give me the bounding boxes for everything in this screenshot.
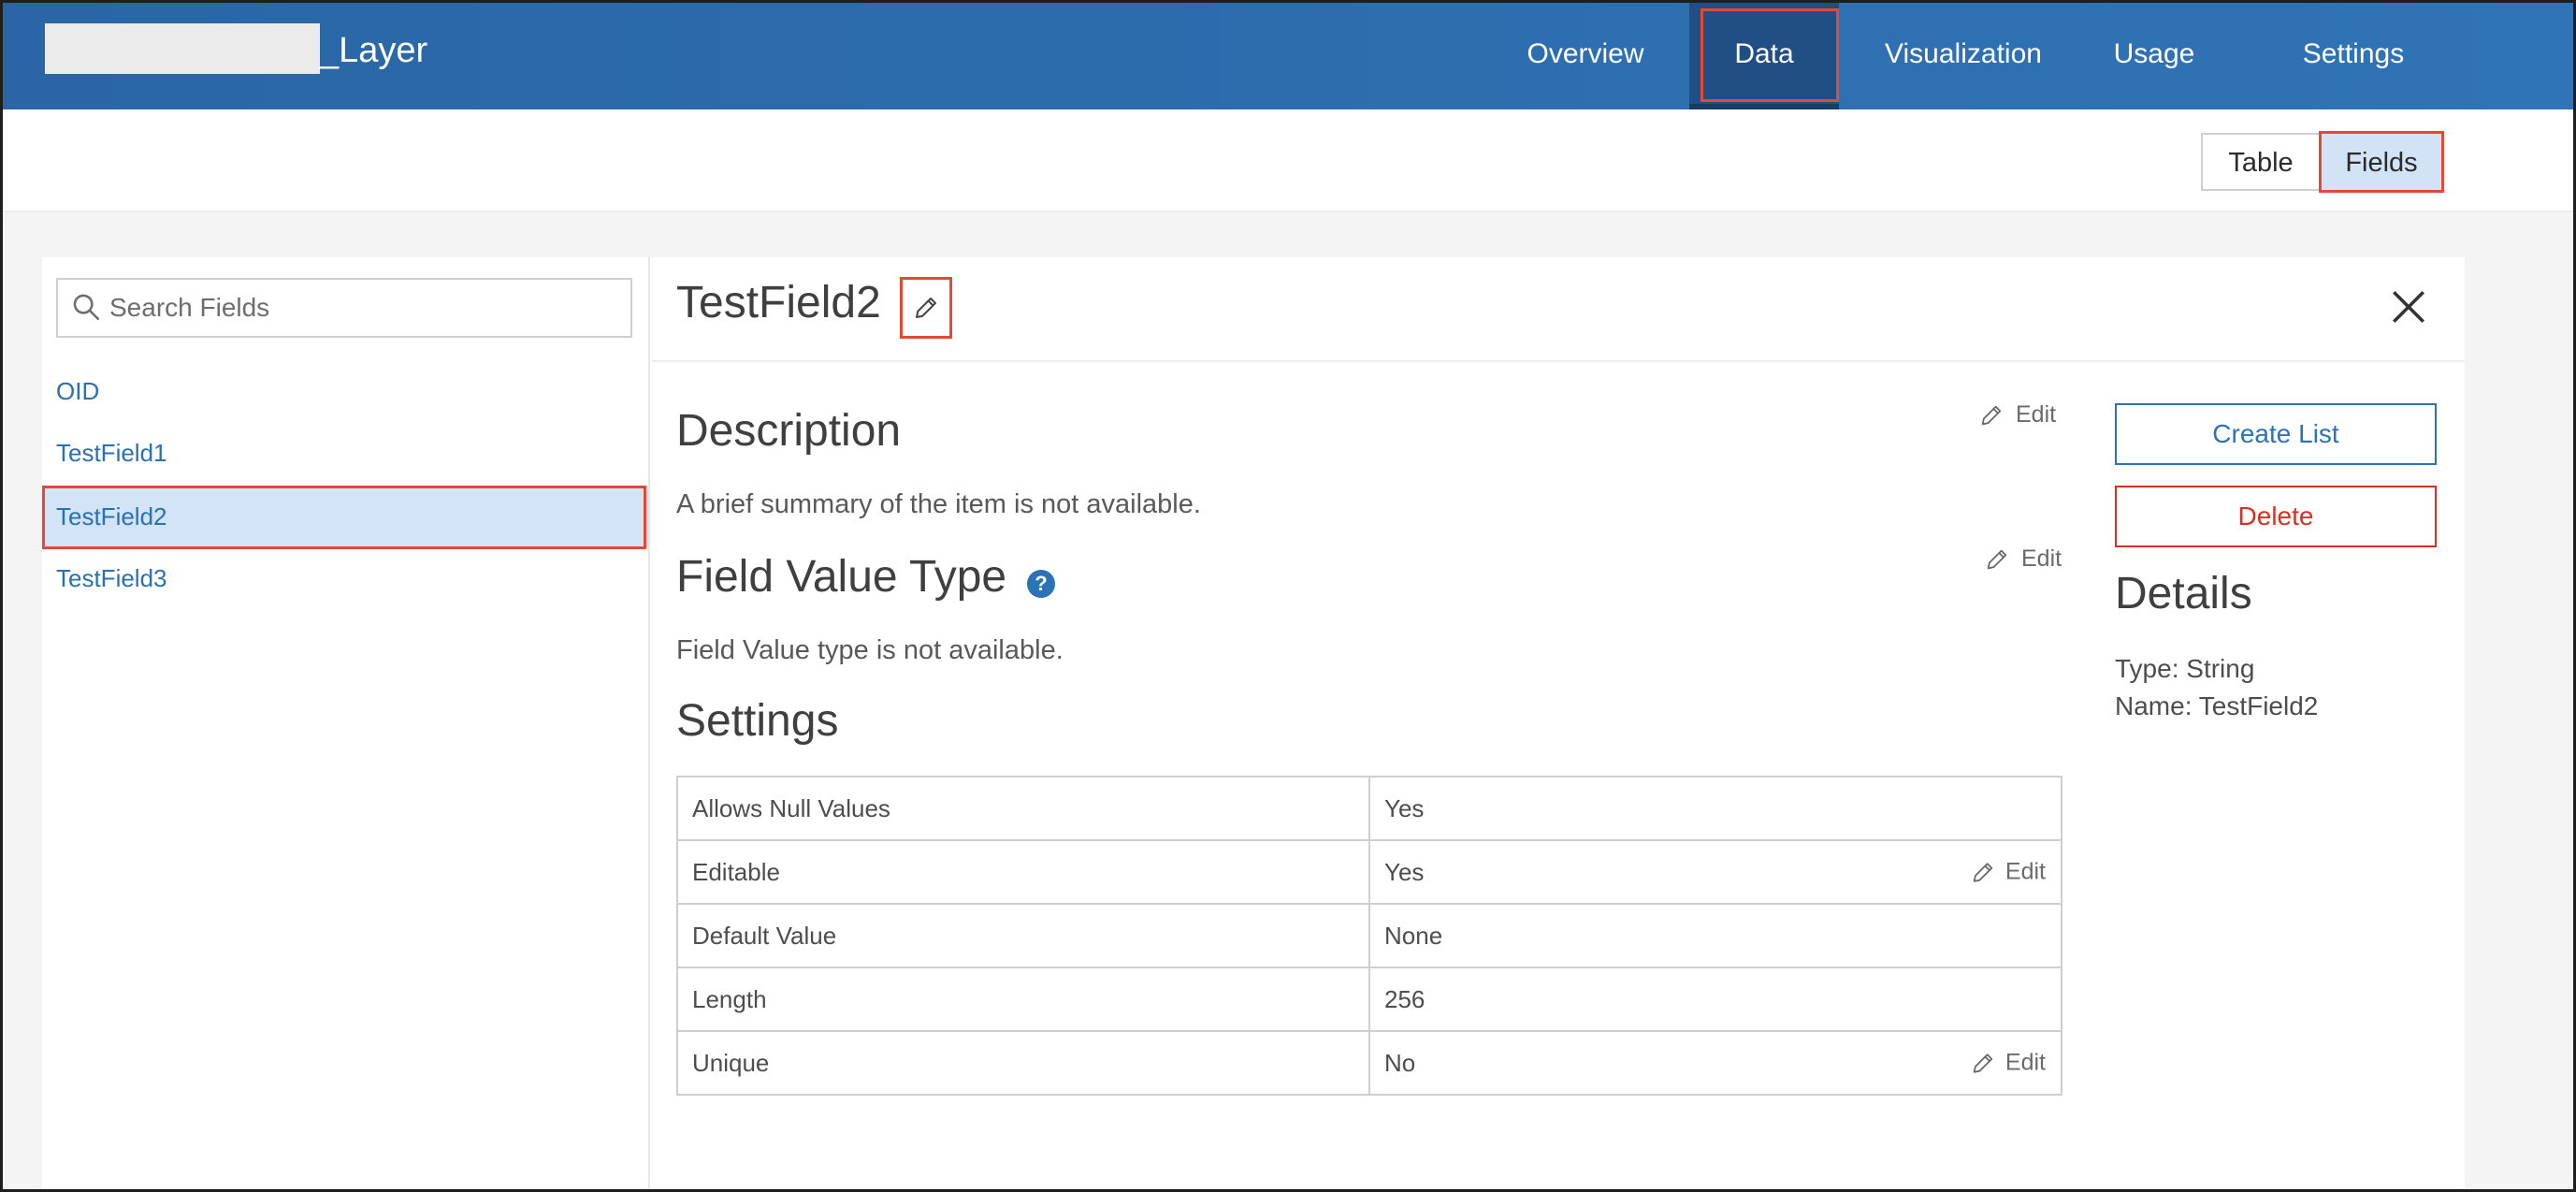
tab-settings[interactable]: Settings <box>2246 3 2461 109</box>
tab-overview[interactable]: Overview <box>1492 3 1679 109</box>
field-title: TestField2 <box>676 278 881 327</box>
table-view-button[interactable]: Table <box>2201 133 2321 191</box>
edit-label: Edit <box>2004 858 2046 885</box>
value-type-text: Field Value type is not available. <box>676 635 1064 665</box>
setting-value: None <box>1368 903 2062 968</box>
field-value-type-heading: Field Value Type <box>676 552 1007 602</box>
table-row: Length 256 <box>676 967 2062 1032</box>
description-heading: Description <box>676 406 902 456</box>
setting-value: 256 <box>1368 967 2062 1032</box>
table-row: Editable Yes Edit <box>676 839 2062 905</box>
details-heading: Details <box>2115 569 2252 618</box>
table-row: Unique No Edit <box>676 1030 2062 1096</box>
setting-label: Default Value <box>676 903 1370 968</box>
setting-value-text: 256 <box>1384 984 1425 1013</box>
settings-table: Allows Null Values Yes Editable Yes Edit… <box>676 776 2062 1096</box>
rename-field-button[interactable] <box>902 280 950 336</box>
tab-data[interactable]: Data <box>1689 3 1839 109</box>
table-row: Default Value None <box>676 903 2062 968</box>
tab-visualization[interactable]: Visualization <box>1860 3 2067 109</box>
description-edit-link[interactable]: Edit <box>1978 401 2056 429</box>
setting-label: Editable <box>676 839 1370 905</box>
table-row: Allows Null Values Yes <box>676 776 2062 841</box>
unique-edit-link[interactable]: Edit <box>1970 1050 2046 1077</box>
pencil-icon <box>916 298 936 318</box>
setting-value: Yes Edit <box>1368 839 2062 905</box>
pencil-icon <box>1987 549 2007 569</box>
field-item-oid[interactable]: OID <box>42 360 648 422</box>
search-input[interactable] <box>109 283 615 332</box>
editable-edit-link[interactable]: Edit <box>1970 859 2046 886</box>
field-item-testfield3[interactable]: TestField3 <box>42 547 648 609</box>
pencil-icon <box>1973 862 1993 882</box>
setting-value-text: Yes <box>1384 857 1425 886</box>
edit-label: Edit <box>2021 545 2062 572</box>
layer-title: _Layer <box>319 31 428 70</box>
setting-value-text: No <box>1384 1048 1416 1077</box>
details-name: Name: TestField2 <box>2115 691 2319 720</box>
setting-label: Length <box>676 967 1370 1032</box>
field-item-testfield1[interactable]: TestField1 <box>42 422 648 484</box>
setting-value: Yes <box>1368 776 2062 841</box>
edit-label: Edit <box>2004 1049 2046 1076</box>
setting-label: Allows Null Values <box>676 776 1370 841</box>
search-icon <box>73 294 100 321</box>
setting-label: Unique <box>676 1030 1370 1096</box>
pencil-icon <box>1973 1053 1993 1073</box>
view-toggle-bar <box>3 109 2573 212</box>
setting-value: No Edit <box>1368 1030 2062 1096</box>
help-icon[interactable]: ? <box>1027 570 1055 598</box>
value-type-edit-link[interactable]: Edit <box>1984 545 2062 573</box>
details-type: Type: String <box>2115 654 2255 683</box>
redacted-title-block <box>45 23 320 74</box>
settings-heading: Settings <box>676 696 839 746</box>
app-window: _Layer Overview Data Visualization Usage… <box>0 0 2576 1192</box>
setting-value-text: Yes <box>1384 793 1425 822</box>
create-list-button[interactable]: Create List <box>2115 403 2437 465</box>
setting-value-text: None <box>1384 921 1443 950</box>
tab-usage[interactable]: Usage <box>2079 3 2229 109</box>
edit-label: Edit <box>2016 401 2057 428</box>
fields-view-button[interactable]: Fields <box>2321 133 2442 191</box>
close-icon[interactable] <box>2389 287 2428 327</box>
delete-button[interactable]: Delete <box>2115 486 2437 547</box>
description-text: A brief summary of the item is not avail… <box>676 489 1201 519</box>
field-item-testfield2[interactable]: TestField2 <box>42 486 648 547</box>
pencil-icon <box>1981 405 2002 425</box>
